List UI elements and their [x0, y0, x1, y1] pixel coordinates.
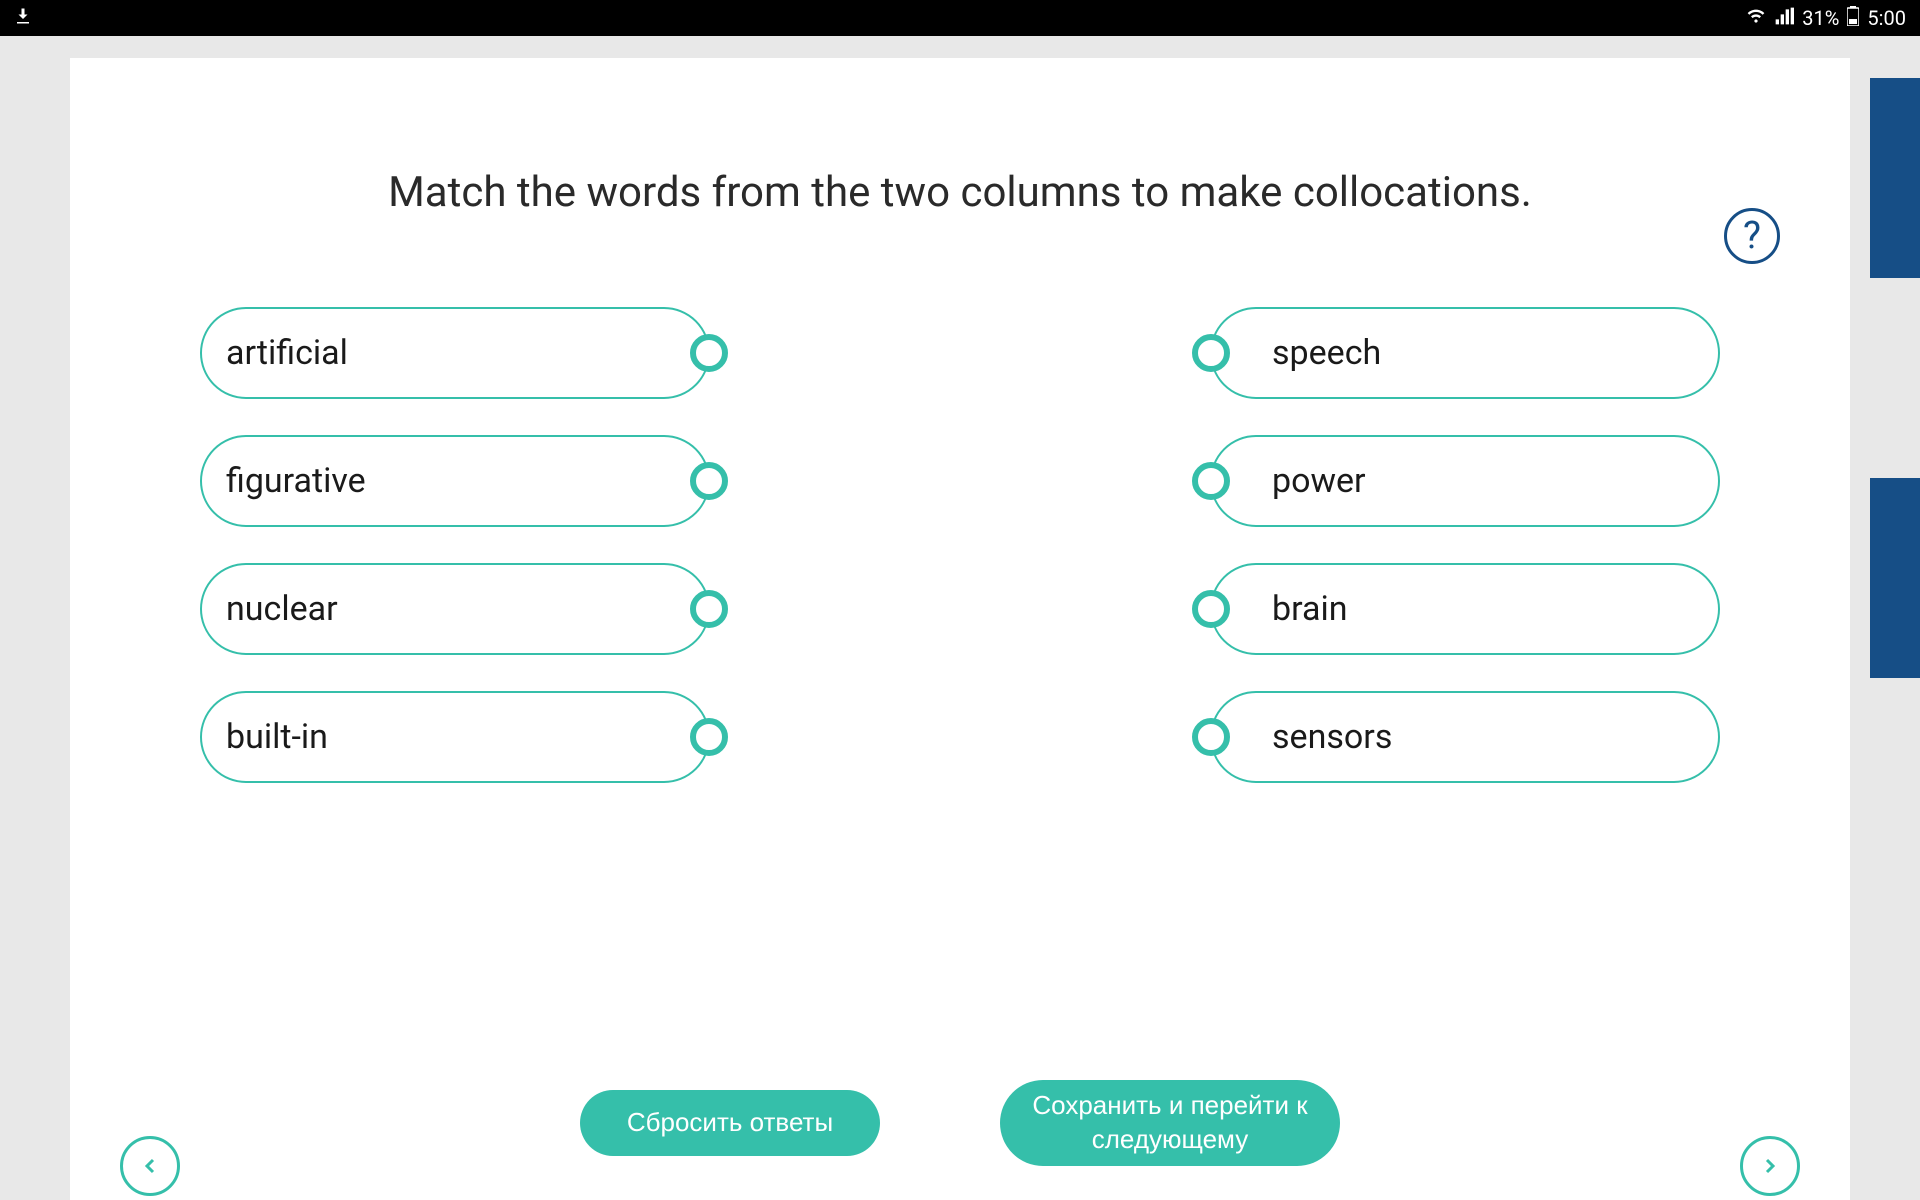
connector-right[interactable]: [1192, 462, 1230, 500]
left-item-nuclear[interactable]: nuclear: [200, 563, 710, 655]
reset-button[interactable]: Сбросить ответы: [580, 1090, 880, 1156]
instruction-text: Match the words from the two columns to …: [150, 168, 1770, 217]
match-columns: artificial figurative nuclear built-in s…: [150, 307, 1770, 783]
left-item-label: figurative: [226, 461, 366, 501]
right-item-label: sensors: [1272, 717, 1392, 757]
help-icon: ?: [1743, 214, 1761, 258]
connector-left[interactable]: [690, 590, 728, 628]
action-buttons: Сбросить ответы Сохранить и перейти к сл…: [580, 1080, 1340, 1166]
left-column: artificial figurative nuclear built-in: [200, 307, 710, 783]
left-item-label: nuclear: [226, 589, 338, 629]
right-item-label: power: [1272, 461, 1366, 501]
connector-left[interactable]: [690, 462, 728, 500]
left-item-figurative[interactable]: figurative: [200, 435, 710, 527]
left-item-label: built-in: [226, 717, 328, 757]
left-item-label: artificial: [226, 333, 348, 373]
exercise-card: Match the words from the two columns to …: [70, 58, 1850, 1200]
connector-left[interactable]: [690, 718, 728, 756]
prev-arrow-button[interactable]: [120, 1136, 180, 1196]
connector-right[interactable]: [1192, 718, 1230, 756]
left-item-builtin[interactable]: built-in: [200, 691, 710, 783]
right-item-sensors[interactable]: sensors: [1210, 691, 1720, 783]
next-arrow-button[interactable]: [1740, 1136, 1800, 1196]
right-item-speech[interactable]: speech: [1210, 307, 1720, 399]
wifi-icon: [1746, 6, 1766, 31]
right-item-power[interactable]: power: [1210, 435, 1720, 527]
side-tab-bottom[interactable]: [1870, 478, 1920, 678]
right-item-brain[interactable]: brain: [1210, 563, 1720, 655]
right-column: speech power brain sensors: [1210, 307, 1720, 783]
save-next-button[interactable]: Сохранить и перейти к следующему: [1000, 1080, 1340, 1166]
left-item-artificial[interactable]: artificial: [200, 307, 710, 399]
right-item-label: brain: [1272, 589, 1348, 629]
battery-icon: [1847, 6, 1859, 31]
clock-time: 5:00: [1867, 6, 1906, 30]
help-button[interactable]: ?: [1724, 208, 1780, 264]
side-tab-top[interactable]: [1870, 78, 1920, 278]
connector-left[interactable]: [690, 334, 728, 372]
download-icon: [14, 6, 32, 30]
signal-icon: [1774, 6, 1794, 31]
status-bar: 31% 5:00: [0, 0, 1920, 36]
battery-percent: 31%: [1802, 6, 1839, 30]
connector-right[interactable]: [1192, 590, 1230, 628]
right-item-label: speech: [1272, 333, 1381, 373]
connector-right[interactable]: [1192, 334, 1230, 372]
